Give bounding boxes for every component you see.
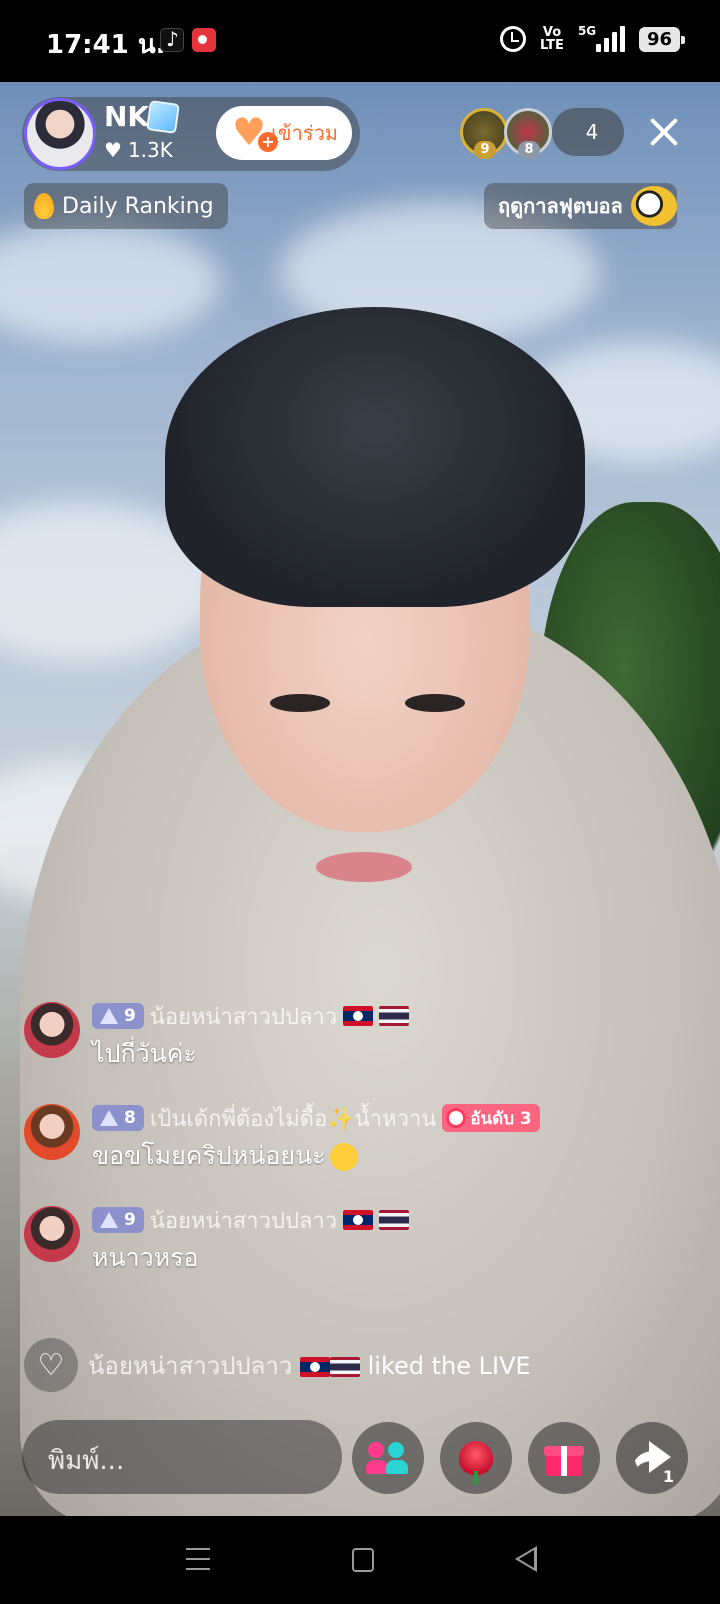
status-bar: 17:41 น. Vo LTE 5G 96 — [0, 0, 720, 82]
close-icon[interactable] — [646, 114, 682, 150]
shushing-face-icon — [329, 1143, 358, 1171]
chat-text: ขอขโมยคริปหน่อยนะ — [92, 1136, 358, 1176]
laos-flag-icon — [343, 1210, 374, 1230]
rank-badge: อันดับ 3 — [442, 1104, 540, 1132]
chat-username[interactable]: น้อยหน่าสาวปปลาว — [150, 1203, 337, 1238]
alarm-icon — [500, 26, 527, 52]
heart-outline-icon: ♡ — [24, 1338, 78, 1392]
daily-ranking-button[interactable]: Daily Ranking — [24, 183, 228, 229]
host-avatar[interactable] — [24, 98, 96, 170]
viewer-avatar[interactable]: 9 — [460, 108, 508, 159]
laos-flag-icon — [343, 1006, 374, 1026]
signal-icon: 5G — [577, 24, 625, 52]
streamer-hair — [165, 307, 585, 607]
back-icon[interactable] — [515, 1546, 537, 1572]
like-event: ♡ น้อยหน่าสาวปปลาว liked the LIVE — [24, 1338, 531, 1392]
chat-avatar[interactable] — [24, 1206, 80, 1262]
thailand-flag-icon — [379, 1210, 410, 1230]
chat-avatar[interactable] — [24, 1104, 80, 1160]
chat-text: หนาวหรอ — [92, 1243, 199, 1272]
host-likes-count: 1.3K — [127, 138, 173, 162]
viewer-rank-badge: 8 — [518, 141, 540, 159]
screen-record-icon — [192, 28, 216, 52]
chat-header: 9 น้อยหน่าสาวปปลาว — [92, 1002, 410, 1030]
guests-icon — [366, 1440, 410, 1476]
football-season-button[interactable]: ฤดูกาลฟุตบอล — [484, 183, 677, 229]
comment-input[interactable]: พิมพ์... — [22, 1420, 342, 1494]
join-button-label: เข้าร่วม — [271, 121, 338, 145]
status-time: 17:41 น. — [46, 30, 166, 60]
chat-text: ไปกี่วันค่ะ — [92, 1039, 197, 1068]
host-name[interactable]: NK — [104, 100, 149, 133]
tiktok-notification-icon — [160, 27, 184, 52]
chat-header: 8 เป้นเด้กพี่ต้องไม่ดื้อ✨น้ำหวาน อันดับ … — [92, 1104, 540, 1132]
like-event-text: น้อยหน่าสาวปปลาว liked the LIVE — [88, 1351, 531, 1380]
thailand-flag-icon — [329, 1356, 360, 1377]
level-badge: 9 — [92, 1207, 144, 1233]
network-type: 5G — [577, 24, 597, 38]
flame-icon — [34, 193, 54, 219]
viewer-count[interactable]: 4 — [552, 108, 624, 156]
chat-avatar[interactable] — [24, 1002, 80, 1058]
level-badge: 9 — [92, 1003, 144, 1029]
host-likes: ♥ 1.3K — [104, 138, 173, 162]
share-count: 1 — [662, 1467, 674, 1486]
football-icon — [630, 186, 677, 226]
viewer-rank-badge: 9 — [474, 141, 496, 159]
laos-flag-icon — [299, 1356, 330, 1377]
system-nav-bar — [0, 1516, 720, 1604]
ice-cube-icon — [146, 100, 180, 134]
rose-gift-button[interactable] — [440, 1422, 512, 1494]
home-icon[interactable] — [352, 1548, 374, 1572]
level-badge: 8 — [92, 1105, 144, 1131]
rose-gift-icon — [459, 1441, 493, 1485]
chat-username[interactable]: เป้นเด้กพี่ต้องไม่ดื้อ✨น้ำหวาน — [150, 1101, 437, 1136]
share-button[interactable]: 1 — [616, 1422, 688, 1494]
gift-button[interactable] — [528, 1422, 600, 1494]
daily-ranking-label: Daily Ranking — [62, 193, 214, 219]
guests-button[interactable] — [352, 1422, 424, 1494]
thailand-flag-icon — [379, 1006, 410, 1026]
status-indicators: Vo LTE 5G 96 — [500, 22, 686, 56]
medal-icon — [446, 1108, 467, 1128]
top-viewers[interactable]: 9 8 4 — [460, 106, 624, 159]
recent-apps-icon[interactable] — [186, 1548, 210, 1570]
join-heart-icon: ♥ + — [232, 113, 278, 152]
heart-icon: ♥ — [104, 138, 122, 162]
volte-indicator: Vo LTE — [540, 25, 564, 53]
football-season-label: ฤดูกาลฟุตบอล — [498, 194, 623, 218]
battery-icon: 96 — [638, 26, 686, 52]
chat-username[interactable]: น้อยหน่าสาวปปลาว — [150, 999, 337, 1034]
live-video[interactable] — [0, 82, 720, 1516]
gift-icon — [544, 1440, 584, 1476]
viewer-avatar[interactable]: 8 — [504, 108, 552, 159]
level-triangle-icon — [100, 1212, 118, 1228]
level-triangle-icon — [100, 1008, 118, 1024]
chat-header: 9 น้อยหน่าสาวปปลาว — [92, 1206, 410, 1234]
level-triangle-icon — [100, 1110, 118, 1126]
